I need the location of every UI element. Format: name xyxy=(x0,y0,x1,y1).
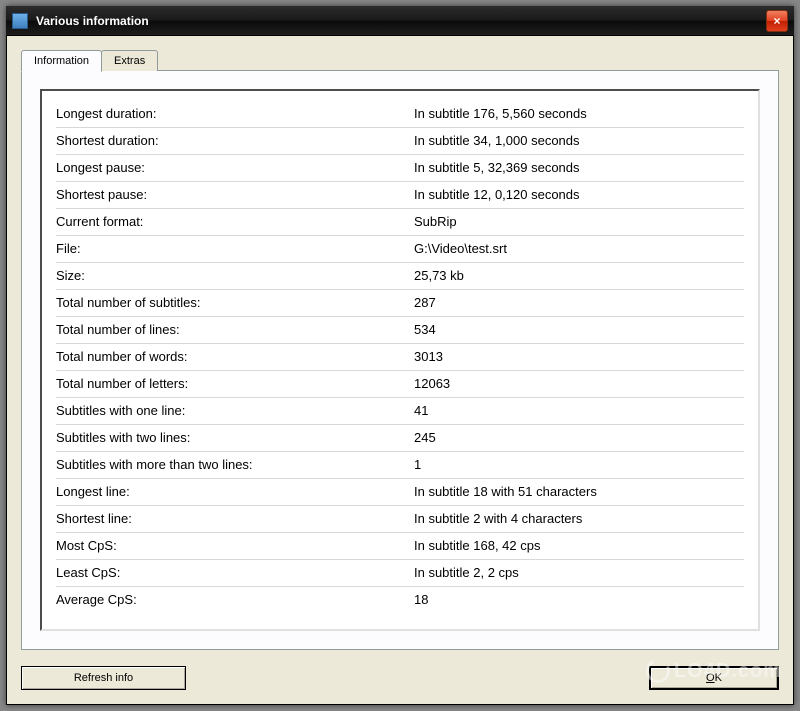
info-label: Total number of subtitles: xyxy=(56,292,414,314)
info-row: Subtitles with one line:41 xyxy=(56,398,744,425)
info-label: Average CpS: xyxy=(56,589,414,611)
info-label: Subtitles with two lines: xyxy=(56,427,414,449)
info-row: Total number of subtitles:287 xyxy=(56,290,744,317)
info-value: SubRip xyxy=(414,211,744,233)
tab-container: Information Extras Longest duration:In s… xyxy=(21,50,779,654)
info-value: 3013 xyxy=(414,346,744,368)
info-label: Shortest duration: xyxy=(56,130,414,152)
tab-row: Information Extras xyxy=(21,50,779,71)
close-icon: × xyxy=(773,14,780,28)
info-row: Longest pause:In subtitle 5, 32,369 seco… xyxy=(56,155,744,182)
info-label: Longest line: xyxy=(56,481,414,503)
info-panel: Longest duration:In subtitle 176, 5,560 … xyxy=(40,89,760,631)
info-label: Subtitles with one line: xyxy=(56,400,414,422)
tab-extras[interactable]: Extras xyxy=(101,50,158,71)
info-value: In subtitle 34, 1,000 seconds xyxy=(414,130,744,152)
info-row: Least CpS:In subtitle 2, 2 cps xyxy=(56,560,744,587)
info-value: 12063 xyxy=(414,373,744,395)
info-value: In subtitle 5, 32,369 seconds xyxy=(414,157,744,179)
info-value: In subtitle 2, 2 cps xyxy=(414,562,744,584)
info-value: 534 xyxy=(414,319,744,341)
info-value: In subtitle 18 with 51 characters xyxy=(414,481,744,503)
dialog-body: Information Extras Longest duration:In s… xyxy=(6,36,794,705)
dialog-window: Various information × Information Extras… xyxy=(6,6,794,705)
info-label: File: xyxy=(56,238,414,260)
info-row: Subtitles with more than two lines:1 xyxy=(56,452,744,479)
info-value: In subtitle 176, 5,560 seconds xyxy=(414,103,744,125)
info-row: Shortest line:In subtitle 2 with 4 chara… xyxy=(56,506,744,533)
tab-information[interactable]: Information xyxy=(21,50,102,72)
info-row: Total number of words:3013 xyxy=(56,344,744,371)
info-row: Current format:SubRip xyxy=(56,209,744,236)
info-label: Size: xyxy=(56,265,414,287)
info-label: Least CpS: xyxy=(56,562,414,584)
info-row: Total number of letters:12063 xyxy=(56,371,744,398)
info-row: Subtitles with two lines:245 xyxy=(56,425,744,452)
info-value: 245 xyxy=(414,427,744,449)
app-icon xyxy=(12,13,28,29)
info-value: In subtitle 2 with 4 characters xyxy=(414,508,744,530)
info-value: G:\Video\test.srt xyxy=(414,238,744,260)
info-label: Subtitles with more than two lines: xyxy=(56,454,414,476)
info-label: Longest pause: xyxy=(56,157,414,179)
info-value: 1 xyxy=(414,454,744,476)
close-button[interactable]: × xyxy=(766,10,788,32)
info-label: Shortest line: xyxy=(56,508,414,530)
info-label: Total number of words: xyxy=(56,346,414,368)
button-label-prefix: O xyxy=(706,672,715,684)
title-bar[interactable]: Various information × xyxy=(6,6,794,36)
button-label-suffix: K xyxy=(715,672,722,684)
info-value: 287 xyxy=(414,292,744,314)
info-label: Total number of letters: xyxy=(56,373,414,395)
info-row: Longest line:In subtitle 18 with 51 char… xyxy=(56,479,744,506)
info-value: 18 xyxy=(414,589,744,611)
info-label: Longest duration: xyxy=(56,103,414,125)
info-label: Most CpS: xyxy=(56,535,414,557)
info-row: Shortest pause:In subtitle 12, 0,120 sec… xyxy=(56,182,744,209)
info-label: Current format: xyxy=(56,211,414,233)
info-value: In subtitle 12, 0,120 seconds xyxy=(414,184,744,206)
info-row: Most CpS:In subtitle 168, 42 cps xyxy=(56,533,744,560)
tab-label: Information xyxy=(34,55,89,67)
button-row: Refresh info OK xyxy=(21,666,779,690)
tab-content: Longest duration:In subtitle 176, 5,560 … xyxy=(21,70,779,650)
button-label: Refresh info xyxy=(74,672,133,684)
info-row: Total number of lines:534 xyxy=(56,317,744,344)
info-value: 41 xyxy=(414,400,744,422)
info-row: File:G:\Video\test.srt xyxy=(56,236,744,263)
info-row: Size:25,73 kb xyxy=(56,263,744,290)
refresh-button[interactable]: Refresh info xyxy=(21,666,186,690)
info-value: In subtitle 168, 42 cps xyxy=(414,535,744,557)
info-value: 25,73 kb xyxy=(414,265,744,287)
info-row: Longest duration:In subtitle 176, 5,560 … xyxy=(56,101,744,128)
ok-button[interactable]: OK xyxy=(649,666,779,690)
info-row: Average CpS:18 xyxy=(56,587,744,613)
info-row: Shortest duration:In subtitle 34, 1,000 … xyxy=(56,128,744,155)
tab-label: Extras xyxy=(114,55,145,67)
info-label: Total number of lines: xyxy=(56,319,414,341)
window-title: Various information xyxy=(36,14,766,28)
info-label: Shortest pause: xyxy=(56,184,414,206)
